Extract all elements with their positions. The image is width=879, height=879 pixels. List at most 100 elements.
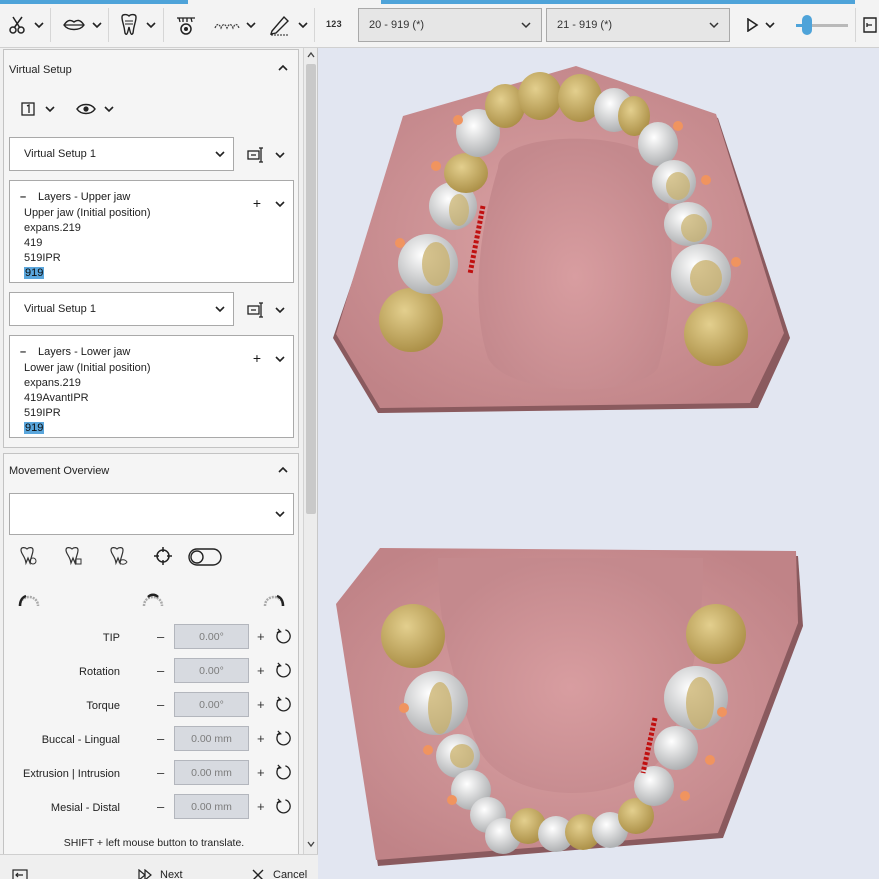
increment-button[interactable]: + (257, 629, 265, 644)
chevron-up-icon[interactable] (278, 465, 288, 475)
scissors-icon (8, 15, 28, 35)
panel-footer: Next Cancel (0, 854, 318, 879)
increment-button[interactable]: + (257, 731, 265, 746)
decrement-button[interactable]: – (157, 799, 164, 814)
chevron-up-icon[interactable] (278, 63, 288, 73)
panel-scrollbar[interactable] (303, 48, 317, 854)
stage-from-value: 20 - 919 (*) (369, 19, 425, 31)
arch-right-button[interactable] (263, 591, 285, 607)
fullscreen-button[interactable] (862, 8, 879, 42)
play-button[interactable] (745, 8, 775, 42)
3d-viewport[interactable] (318, 48, 879, 879)
increment-button[interactable]: + (257, 697, 265, 712)
center-target-button[interactable] (154, 547, 172, 565)
tip-value-field[interactable]: 0.00° (174, 624, 249, 649)
mesial-distal-value-field[interactable]: 0.00 mm (174, 794, 249, 819)
upper-setup-options-button[interactable] (247, 147, 285, 163)
add-upper-layer-button[interactable]: + (253, 195, 261, 211)
cancel-button-label: Cancel (273, 869, 308, 879)
lower-layer-item[interactable]: 419AvantIPR (24, 392, 89, 404)
upper-layer-item[interactable]: 419 (24, 237, 42, 249)
scrollbar-thumb[interactable] (306, 64, 316, 514)
lower-jaw-model[interactable] (336, 548, 803, 866)
increment-button[interactable]: + (257, 765, 265, 780)
reset-icon[interactable] (275, 798, 292, 815)
decrement-button[interactable]: – (157, 629, 164, 644)
lower-layers-title: Layers - Lower jaw (38, 346, 131, 358)
buccal-lingual-value-field[interactable]: 0.00 mm (174, 726, 249, 751)
movement-toggle[interactable] (188, 548, 222, 566)
tooth-setup-tool-button[interactable] (118, 8, 156, 42)
chevron-down-icon (275, 307, 285, 314)
lower-setup-options-button[interactable] (247, 302, 285, 318)
lower-layer-item[interactable]: Lower jaw (Initial position) (24, 362, 151, 374)
decrement-button[interactable]: – (157, 663, 164, 678)
tooth (518, 72, 562, 120)
cancel-button[interactable]: Cancel (252, 869, 307, 879)
exit-icon (12, 869, 28, 879)
chevron-down-icon[interactable] (275, 354, 285, 364)
stage-to-value: 21 - 919 (*) (557, 19, 613, 31)
lower-layer-item-selected[interactable]: 919 (24, 422, 45, 434)
upper-layer-item[interactable]: expans.219 (24, 222, 81, 234)
upper-layers-list: – Layers - Upper jaw + Upper jaw (Initia… (9, 180, 294, 283)
stage-from-select[interactable]: 20 - 919 (*) (358, 8, 542, 42)
attachment-marker (701, 175, 711, 185)
lower-layer-item[interactable]: expans.219 (24, 377, 81, 389)
movement-overview-select[interactable] (9, 493, 294, 535)
scissors-tool-button[interactable] (8, 8, 44, 42)
lower-layers-list: – Layers - Lower jaw + Lower jaw (Initia… (9, 335, 294, 438)
upper-layer-item[interactable]: Upper jaw (Initial position) (24, 207, 151, 219)
teeth-gear-tool-button[interactable] (175, 8, 197, 42)
add-tooth-movement-button[interactable] (18, 546, 38, 566)
chevron-down-icon (765, 22, 775, 29)
arch-front-button[interactable] (142, 591, 164, 607)
decrement-button[interactable]: – (157, 731, 164, 746)
chevron-down-icon (215, 151, 225, 158)
stage-to-select[interactable]: 21 - 919 (*) (546, 8, 730, 42)
arch-left-button[interactable] (18, 591, 40, 607)
chevron-down-icon (104, 106, 114, 113)
torque-value-field[interactable]: 0.00° (174, 692, 249, 717)
decrement-button[interactable]: – (157, 697, 164, 712)
lower-setup-select[interactable]: Virtual Setup 1 (9, 292, 234, 326)
lips-tool-button[interactable] (62, 8, 102, 42)
tooth-view-button[interactable] (108, 546, 128, 566)
movement-overview-title: Movement Overview (9, 465, 110, 477)
chevron-down-icon[interactable] (275, 199, 285, 209)
upper-layers-header[interactable]: – Layers - Upper jaw (20, 191, 130, 203)
reset-icon[interactable] (275, 628, 292, 645)
teeth-row-tool-button[interactable] (214, 8, 256, 42)
extrusion-intrusion-value-field[interactable]: 0.00 mm (174, 760, 249, 785)
increment-button[interactable]: + (257, 663, 265, 678)
lower-layer-item[interactable]: 519IPR (24, 407, 61, 419)
increment-button[interactable]: + (257, 799, 265, 814)
decrement-button[interactable]: – (157, 765, 164, 780)
tooth-overlay (690, 260, 722, 296)
attachment-marker (453, 115, 463, 125)
tooth-overlay (666, 172, 690, 200)
crosshair-icon (154, 547, 172, 565)
next-button[interactable]: Next (138, 869, 183, 879)
visibility-button[interactable] (76, 103, 114, 115)
reset-icon[interactable] (275, 730, 292, 747)
view-number-button[interactable] (21, 102, 55, 116)
exit-button[interactable] (12, 869, 28, 879)
upper-layer-item[interactable]: 519IPR (24, 252, 61, 264)
numbering-button[interactable]: 123 (326, 19, 342, 29)
scroll-up-icon[interactable] (307, 51, 315, 59)
reset-icon[interactable] (275, 764, 292, 781)
reset-icon[interactable] (275, 696, 292, 713)
upper-jaw-model[interactable] (333, 66, 790, 413)
scroll-down-icon[interactable] (307, 840, 315, 848)
lower-layers-header[interactable]: – Layers - Lower jaw (20, 346, 130, 358)
animation-slider-handle[interactable] (802, 15, 813, 35)
add-lower-layer-button[interactable]: + (253, 350, 261, 366)
tooth-delete-button[interactable] (63, 546, 83, 566)
upper-layer-item-selected[interactable]: 919 (24, 267, 45, 279)
reset-icon[interactable] (275, 662, 292, 679)
virtual-setup-title: Virtual Setup (9, 64, 72, 76)
upper-setup-select[interactable]: Virtual Setup 1 (9, 137, 234, 171)
rotation-value-field[interactable]: 0.00° (174, 658, 249, 683)
pencil-tool-button[interactable] (268, 8, 308, 42)
